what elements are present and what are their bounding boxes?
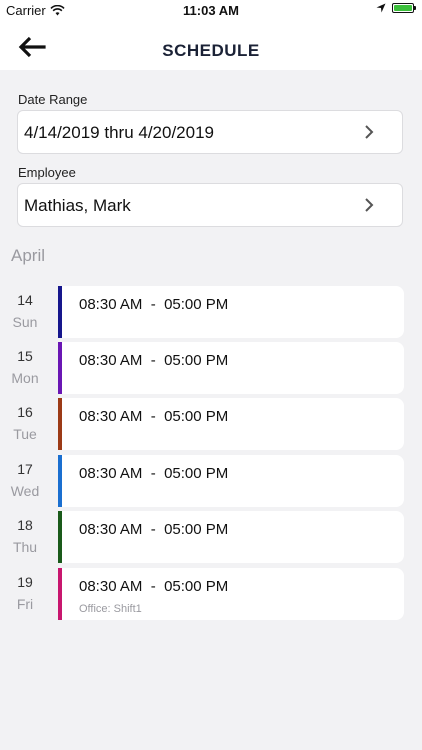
battery-icon <box>392 3 416 13</box>
battery-level <box>394 5 412 11</box>
shift-start: 08:30 AM <box>79 296 143 313</box>
shift-end: 05:00 PM <box>164 408 229 425</box>
day-number: 14 <box>17 292 33 308</box>
shift-time: 08:30 AM - 05:00 PM <box>79 408 229 425</box>
shift-color-bar <box>58 286 62 338</box>
status-bar: Carrier 11:03 AM <box>0 0 422 22</box>
navigation-bar: SCHEDULE <box>0 22 422 70</box>
shift-start: 08:30 AM <box>79 465 143 482</box>
chevron-right-icon <box>365 198 374 212</box>
shift-start: 08:30 AM <box>79 408 143 425</box>
shift-time: 08:30 AM - 05:00 PM <box>79 521 229 538</box>
shift-color-bar <box>58 568 62 620</box>
shift-card[interactable]: 08:30 AM - 05:00 PM <box>58 398 404 450</box>
employee-label: Employee <box>18 165 76 180</box>
shift-end: 05:00 PM <box>164 352 229 369</box>
shift-color-bar <box>58 511 62 563</box>
shift-start: 08:30 AM <box>79 578 143 595</box>
shift-end: 05:00 PM <box>164 296 229 313</box>
shift-card[interactable]: 08:30 AM - 05:00 PM <box>58 455 404 507</box>
shift-card[interactable]: 08:30 AM - 05:00 PM <box>58 342 404 394</box>
day-name: Thu <box>12 539 38 555</box>
shift-color-bar <box>58 455 62 507</box>
schedule-row: 17 Wed 08:30 AM - 05:00 PM <box>0 455 422 507</box>
shift-time: 08:30 AM - 05:00 PM <box>79 296 229 313</box>
month-header: April <box>11 246 46 265</box>
schedule-row: 15 Mon 08:30 AM - 05:00 PM <box>0 342 422 394</box>
day-number: 18 <box>17 517 33 533</box>
day-number: 15 <box>17 348 33 364</box>
chevron-right-icon <box>365 125 374 139</box>
status-right <box>376 3 416 13</box>
day-number: 17 <box>17 461 33 477</box>
employee-field[interactable]: Mathias, Mark <box>17 183 403 227</box>
shift-time: 08:30 AM - 05:00 PM <box>79 465 229 482</box>
date-range-field[interactable]: 4/14/2019 thru 4/20/2019 <box>17 110 403 154</box>
shift-end: 05:00 PM <box>164 578 229 595</box>
day-name: Mon <box>11 370 39 386</box>
day-number: 16 <box>17 404 33 420</box>
shift-location: Office: Shift1 <box>79 603 142 615</box>
employee-value: Mathias, Mark <box>24 196 131 215</box>
shift-start: 08:30 AM <box>79 352 143 369</box>
shift-color-bar <box>58 398 62 450</box>
shift-card[interactable]: 08:30 AM - 05:00 PM <box>58 286 404 338</box>
shift-end: 05:00 PM <box>164 465 229 482</box>
day-name: Sun <box>12 314 38 330</box>
day-number: 19 <box>17 574 33 590</box>
schedule-row: 18 Thu 08:30 AM - 05:00 PM <box>0 511 422 563</box>
day-name: Tue <box>13 426 37 442</box>
date-range-label: Date Range <box>18 92 88 107</box>
shift-time: 08:30 AM - 05:00 PM <box>79 352 229 369</box>
page-title: SCHEDULE <box>162 41 260 60</box>
schedule-row: 14 Sun 08:30 AM - 05:00 PM <box>0 286 422 338</box>
schedule-row: 19 Fri 08:30 AM - 05:00 PM Office: Shift… <box>0 568 422 620</box>
status-time: 11:03 AM <box>183 3 239 18</box>
shift-card[interactable]: 08:30 AM - 05:00 PM <box>58 511 404 563</box>
location-arrow-icon <box>376 3 386 13</box>
shift-color-bar <box>58 342 62 394</box>
day-name: Wed <box>10 483 40 499</box>
schedule-row: 16 Tue 08:30 AM - 05:00 PM <box>0 398 422 450</box>
shift-time: 08:30 AM - 05:00 PM <box>79 578 229 595</box>
shift-card[interactable]: 08:30 AM - 05:00 PM Office: Shift1 <box>58 568 404 620</box>
date-range-value: 4/14/2019 thru 4/20/2019 <box>24 123 214 142</box>
day-name: Fri <box>16 596 34 612</box>
shift-start: 08:30 AM <box>79 521 143 538</box>
shift-end: 05:00 PM <box>164 521 229 538</box>
